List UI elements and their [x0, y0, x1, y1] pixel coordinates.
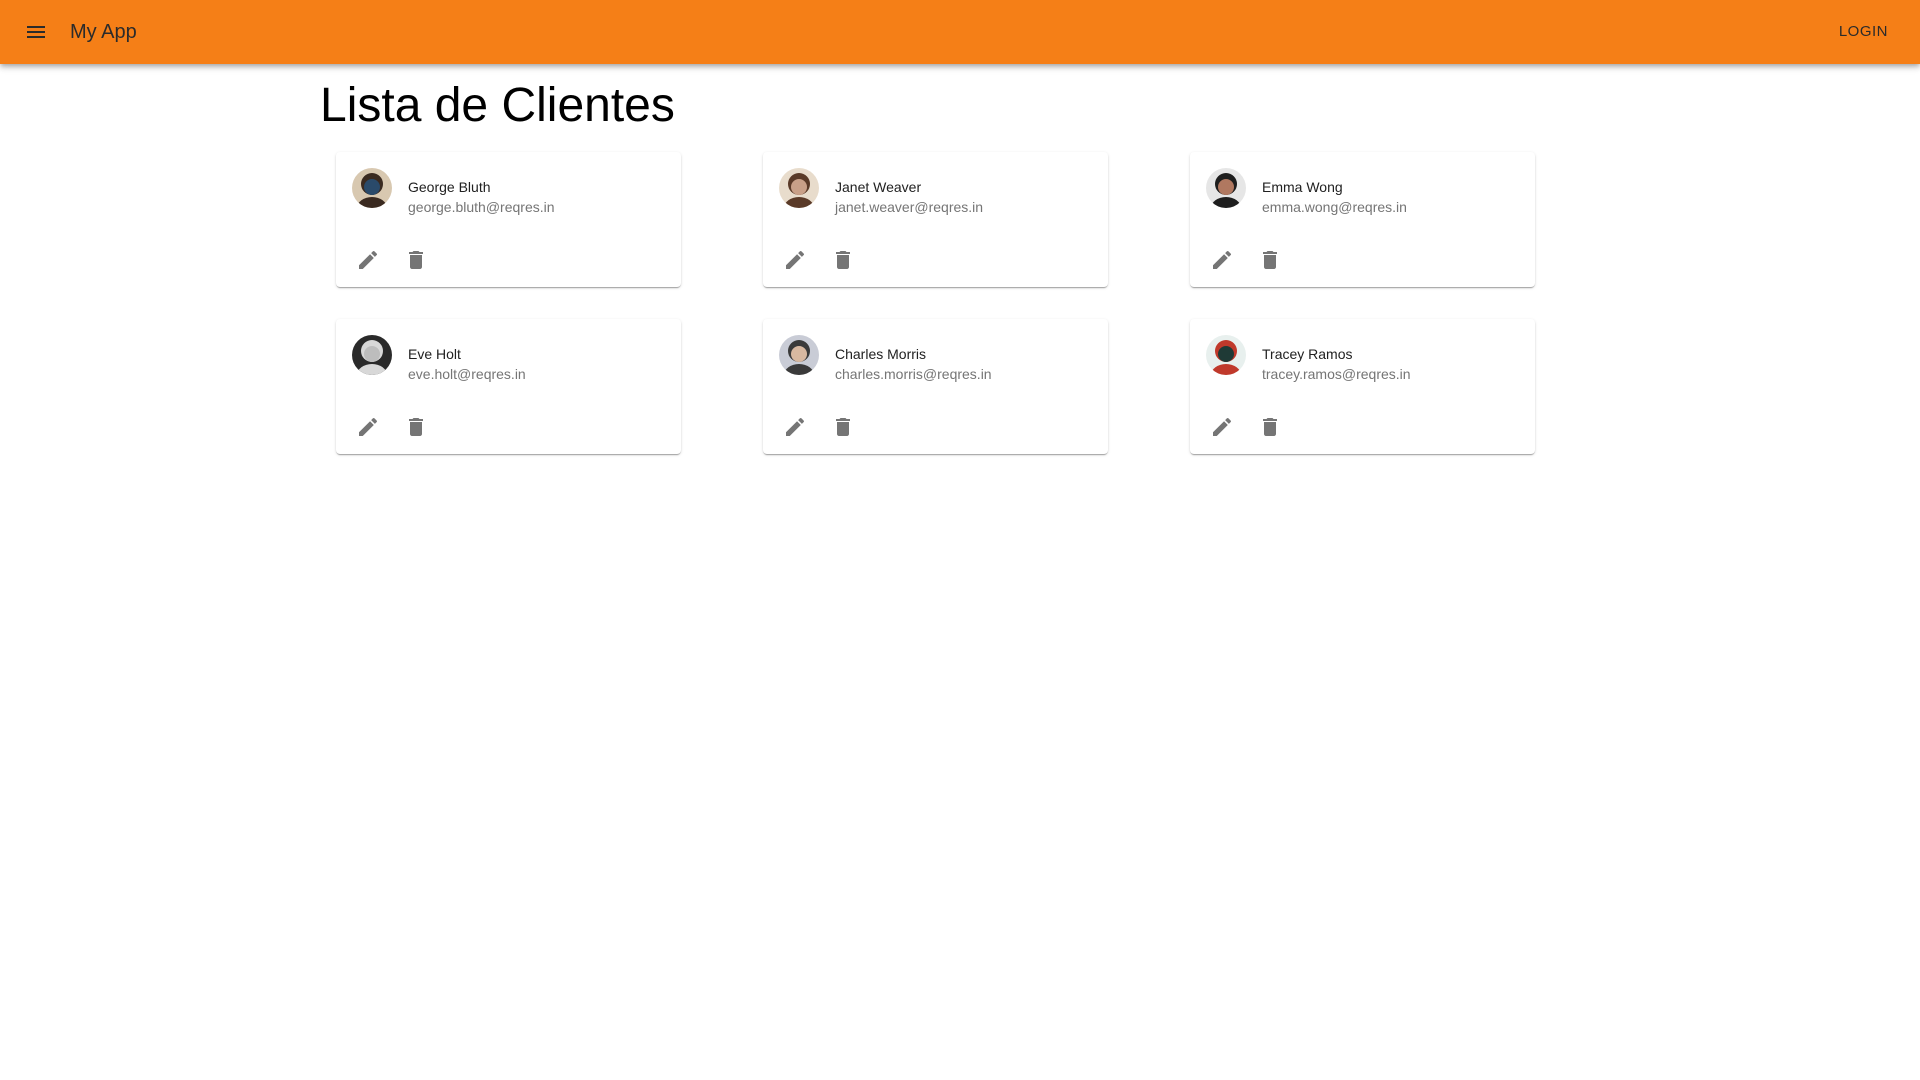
client-card-header: Janet Weaver janet.weaver@reqres.in [779, 168, 983, 217]
menu-icon [27, 26, 45, 38]
client-card-header: George Bluth george.bluth@reqres.in [352, 168, 555, 217]
avatar [779, 168, 819, 208]
client-card: Charles Morris charles.morris@reqres.in [763, 319, 1108, 454]
page-title: Lista de Clientes [320, 79, 675, 132]
avatar [779, 335, 819, 375]
avatar [1206, 335, 1246, 375]
edit-button[interactable] [771, 236, 819, 284]
trash-icon [836, 251, 850, 269]
menu-button[interactable] [12, 8, 60, 56]
card-actions [771, 403, 867, 451]
client-info: Emma Wong emma.wong@reqres.in [1262, 177, 1407, 217]
delete-button[interactable] [392, 403, 440, 451]
client-name: Janet Weaver [835, 179, 922, 195]
delete-button[interactable] [819, 403, 867, 451]
client-info: Charles Morris charles.morris@reqres.in [835, 344, 992, 384]
card-actions [344, 403, 440, 451]
edit-button[interactable] [1198, 236, 1246, 284]
card-actions [1198, 236, 1294, 284]
app-bar: My App LOGIN [0, 0, 1920, 64]
client-name: Charles Morris [835, 346, 927, 362]
avatar [1206, 168, 1246, 208]
edit-button[interactable] [1198, 403, 1246, 451]
card-actions [771, 236, 867, 284]
edit-button[interactable] [344, 403, 392, 451]
pencil-icon [359, 417, 378, 436]
avatar [352, 335, 392, 375]
client-name: Tracey Ramos [1262, 346, 1353, 362]
client-info: George Bluth george.bluth@reqres.in [408, 177, 555, 217]
delete-button[interactable] [1246, 236, 1294, 284]
client-card: George Bluth george.bluth@reqres.in [336, 152, 681, 287]
pencil-icon [786, 417, 805, 436]
delete-button[interactable] [819, 236, 867, 284]
card-actions [1198, 403, 1294, 451]
client-name: Eve Holt [408, 346, 461, 362]
app-title: My App [70, 21, 137, 43]
client-card-header: Eve Holt eve.holt@reqres.in [352, 335, 526, 384]
client-info: Tracey Ramos tracey.ramos@reqres.in [1262, 344, 1411, 384]
trash-icon [1263, 418, 1277, 436]
client-card: Tracey Ramos tracey.ramos@reqres.in [1190, 319, 1535, 454]
pencil-icon [786, 250, 805, 269]
client-email: janet.weaver@reqres.in [835, 199, 984, 215]
pencil-icon [1213, 417, 1232, 436]
avatar [352, 168, 392, 208]
client-name: Emma Wong [1262, 179, 1343, 195]
client-email: tracey.ramos@reqres.in [1262, 366, 1411, 382]
trash-icon [836, 418, 850, 436]
client-card: Eve Holt eve.holt@reqres.in [336, 319, 681, 454]
client-email: george.bluth@reqres.in [408, 199, 555, 215]
client-info: Janet Weaver janet.weaver@reqres.in [835, 177, 983, 217]
client-grid: George Bluth george.bluth@reqres.in Jane… [336, 152, 1536, 454]
trash-icon [1263, 251, 1277, 269]
client-info: Eve Holt eve.holt@reqres.in [408, 344, 526, 384]
client-card: Janet Weaver janet.weaver@reqres.in [763, 152, 1108, 287]
client-email: eve.holt@reqres.in [408, 366, 526, 382]
client-card-header: Tracey Ramos tracey.ramos@reqres.in [1206, 335, 1411, 384]
pencil-icon [359, 250, 378, 269]
login-button[interactable]: LOGIN [1831, 14, 1896, 50]
client-email: charles.morris@reqres.in [835, 366, 992, 382]
card-actions [344, 236, 440, 284]
trash-icon [409, 418, 423, 436]
delete-button[interactable] [1246, 403, 1294, 451]
edit-button[interactable] [344, 236, 392, 284]
client-card: Emma Wong emma.wong@reqres.in [1190, 152, 1535, 287]
pencil-icon [1213, 250, 1232, 269]
trash-icon [409, 251, 423, 269]
client-card-header: Charles Morris charles.morris@reqres.in [779, 335, 992, 384]
delete-button[interactable] [392, 236, 440, 284]
edit-button[interactable] [771, 403, 819, 451]
client-email: emma.wong@reqres.in [1262, 199, 1407, 215]
client-name: George Bluth [408, 179, 491, 195]
client-card-header: Emma Wong emma.wong@reqres.in [1206, 168, 1407, 217]
